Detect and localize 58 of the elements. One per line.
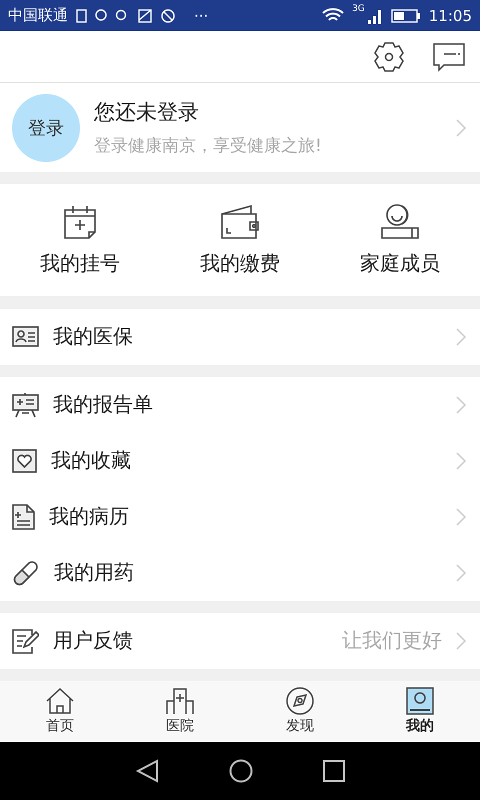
menu-row[interactable]: 我的医保 bbox=[0, 308, 480, 365]
shortcut-label: 我的缴费 bbox=[200, 250, 280, 277]
battery-icon bbox=[390, 8, 421, 22]
messages-button[interactable] bbox=[432, 42, 466, 72]
chevron-icon bbox=[456, 328, 466, 346]
document-icon bbox=[12, 504, 35, 530]
tab[interactable]: 我的 bbox=[360, 680, 480, 742]
tab[interactable]: 首页 bbox=[0, 680, 120, 742]
menu-label: 用户反馈 bbox=[53, 627, 134, 654]
tab-label: 首页 bbox=[46, 717, 74, 736]
menu-label: 我的用药 bbox=[54, 559, 135, 586]
chevron-icon bbox=[456, 632, 466, 650]
report-board-icon bbox=[12, 392, 39, 418]
shortcut-label: 家庭成员 bbox=[360, 250, 440, 277]
tab-label: 发现 bbox=[286, 717, 314, 736]
menu-row[interactable]: 用户反馈 让我们更好 bbox=[0, 612, 480, 669]
more-notifications: ··· bbox=[194, 6, 208, 24]
tab[interactable]: 医院 bbox=[120, 680, 240, 742]
recent-apps-icon[interactable] bbox=[323, 760, 345, 782]
menu-label: 我的病历 bbox=[49, 503, 130, 530]
menu-label: 我的医保 bbox=[53, 323, 134, 350]
login-title: 您还未登录 bbox=[94, 99, 200, 126]
menu-hint: 让我们更好 bbox=[342, 627, 442, 654]
home-circle-icon[interactable] bbox=[229, 758, 253, 783]
menu-label: 我的收藏 bbox=[51, 447, 132, 474]
login-avatar[interactable]: 登录 bbox=[12, 94, 80, 162]
shortcut-item[interactable]: 家庭成员 bbox=[320, 184, 480, 296]
wallet-icon bbox=[220, 204, 260, 240]
login-subtitle: 登录健康南京，享受健康之旅! bbox=[94, 135, 323, 158]
menu-row[interactable]: 我的报告单 bbox=[0, 376, 480, 433]
chevron-icon bbox=[456, 396, 466, 414]
tab-label: 我的 bbox=[406, 717, 434, 736]
settings-button[interactable] bbox=[372, 40, 406, 74]
family-icon bbox=[380, 204, 420, 240]
shortcut-label: 我的挂号 bbox=[40, 250, 120, 277]
signal-icon bbox=[366, 8, 383, 24]
menu-label: 我的报告单 bbox=[53, 391, 154, 418]
edit-note-icon bbox=[12, 627, 39, 654]
login-card[interactable]: 登录 您还未登录 登录健康南京，享受健康之旅! bbox=[0, 83, 480, 172]
wifi-icon bbox=[322, 8, 344, 24]
id-card-icon bbox=[12, 326, 39, 348]
chevron-icon bbox=[456, 118, 466, 137]
back-icon[interactable] bbox=[135, 758, 159, 783]
menu-row[interactable]: 我的用药 bbox=[0, 544, 480, 601]
chevron-icon bbox=[456, 564, 466, 582]
menu-row[interactable]: 我的收藏 bbox=[0, 432, 480, 489]
pill-icon bbox=[12, 558, 40, 587]
network-type: 3G bbox=[352, 4, 365, 14]
tab[interactable]: 发现 bbox=[240, 680, 360, 742]
carrier-name: 中国联通 bbox=[8, 6, 68, 25]
calendar-icon bbox=[63, 204, 97, 240]
menu-row[interactable]: 我的病历 bbox=[0, 488, 480, 545]
clock: 11:05 bbox=[428, 6, 472, 24]
shortcut-item[interactable]: 我的挂号 bbox=[0, 184, 160, 296]
chevron-icon bbox=[456, 452, 466, 470]
tab-label: 医院 bbox=[166, 717, 194, 736]
shortcut-item[interactable]: 我的缴费 bbox=[160, 184, 320, 296]
chevron-icon bbox=[456, 508, 466, 526]
